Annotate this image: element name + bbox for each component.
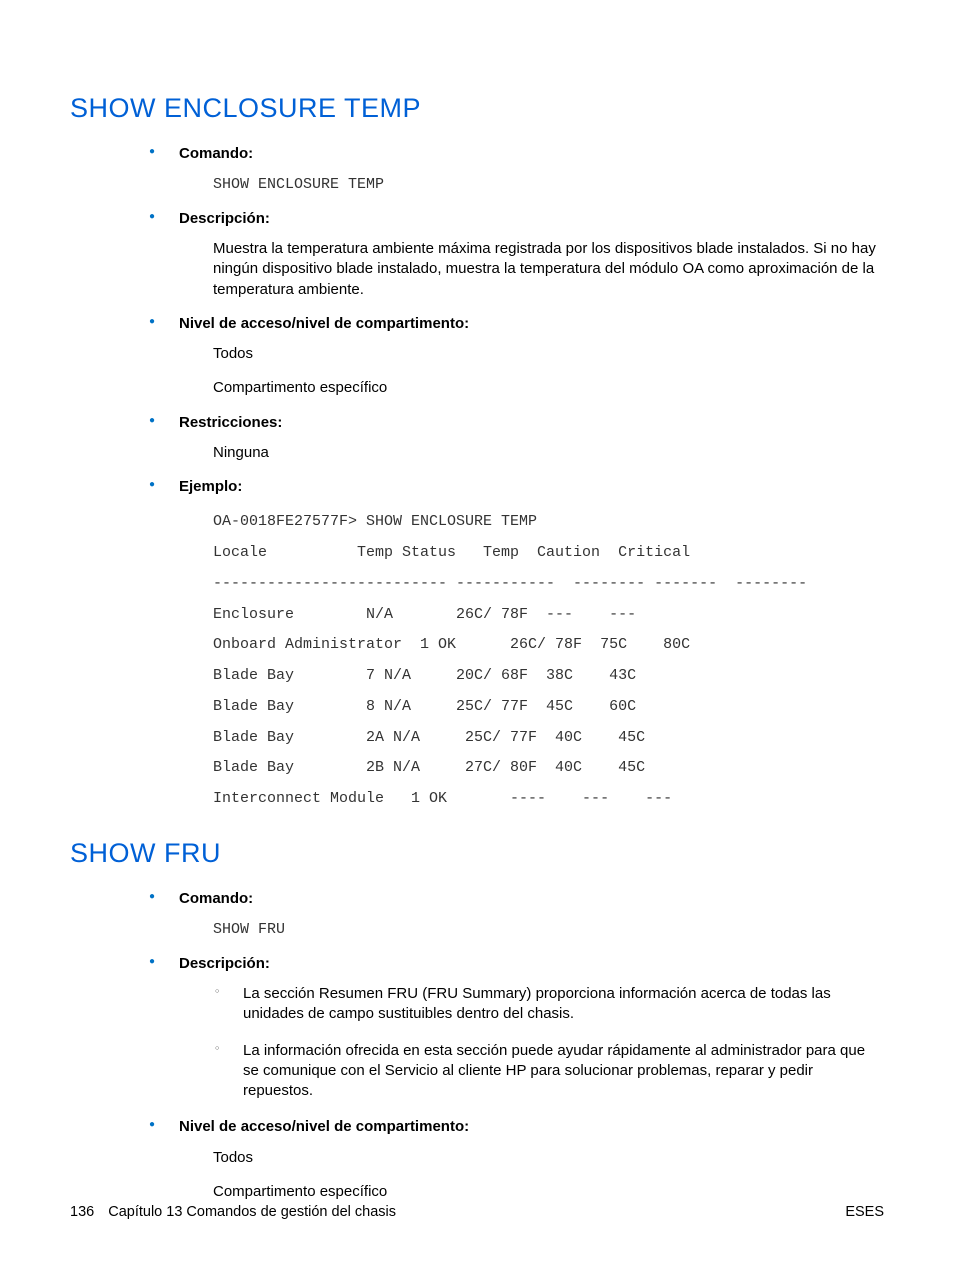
chapter-title: Capítulo 13 Comandos de gestión del chas… [108, 1204, 396, 1220]
label-descripcion-fru: Descripción: [179, 954, 884, 974]
desc-sub-1: La sección Resumen FRU (FRU Summary) pro… [213, 984, 884, 1025]
label-comando: Comando: [179, 144, 884, 164]
page-footer: 136 Capítulo 13 Comandos de gestión del … [70, 1203, 884, 1223]
text-comando: SHOW ENCLOSURE TEMP [213, 175, 884, 195]
text-restricciones: Ninguna [213, 443, 884, 463]
section-show-fru: Comando: SHOW FRU Descripción: La secció… [145, 889, 884, 1202]
label-descripcion: Descripción: [179, 209, 884, 229]
heading-show-enclosure-temp: SHOW ENCLOSURE TEMP [70, 90, 884, 126]
item-descripcion-fru: Descripción: La sección Resumen FRU (FRU… [145, 954, 884, 1102]
footer-right: ESES [845, 1203, 884, 1223]
item-ejemplo: Ejemplo: OA-0018FE27577F> SHOW ENCLOSURE… [145, 477, 884, 815]
item-comando-fru: Comando: SHOW FRU [145, 889, 884, 940]
text-comando-fru: SHOW FRU [213, 920, 884, 940]
item-restricciones: Restricciones: Ninguna [145, 413, 884, 464]
text-descripcion: Muestra la temperatura ambiente máxima r… [213, 239, 884, 300]
label-comando-fru: Comando: [179, 889, 884, 909]
section-show-enclosure-temp: Comando: SHOW ENCLOSURE TEMP Descripción… [145, 144, 884, 815]
desc-sub-2: La información ofrecida en esta sección … [213, 1041, 884, 1102]
label-restricciones: Restricciones: [179, 413, 884, 433]
example-output: OA-0018FE27577F> SHOW ENCLOSURE TEMP Loc… [213, 507, 884, 815]
text-nivel-todos: Todos [213, 344, 884, 364]
item-descripcion: Descripción: Muestra la temperatura ambi… [145, 209, 884, 300]
item-comando: Comando: SHOW ENCLOSURE TEMP [145, 144, 884, 195]
text-nivel-compartimento: Compartimento específico [213, 378, 884, 398]
label-nivel: Nivel de acceso/nivel de compartimento: [179, 314, 884, 334]
item-nivel: Nivel de acceso/nivel de compartimento: … [145, 314, 884, 399]
label-nivel-fru: Nivel de acceso/nivel de compartimento: [179, 1117, 884, 1137]
label-ejemplo: Ejemplo: [179, 477, 884, 497]
item-nivel-fru: Nivel de acceso/nivel de compartimento: … [145, 1117, 884, 1202]
heading-show-fru: SHOW FRU [70, 835, 884, 871]
text-nivel-todos-fru: Todos [213, 1148, 884, 1168]
page-number: 136 [70, 1204, 94, 1220]
text-nivel-compartimento-fru: Compartimento específico [213, 1182, 884, 1202]
